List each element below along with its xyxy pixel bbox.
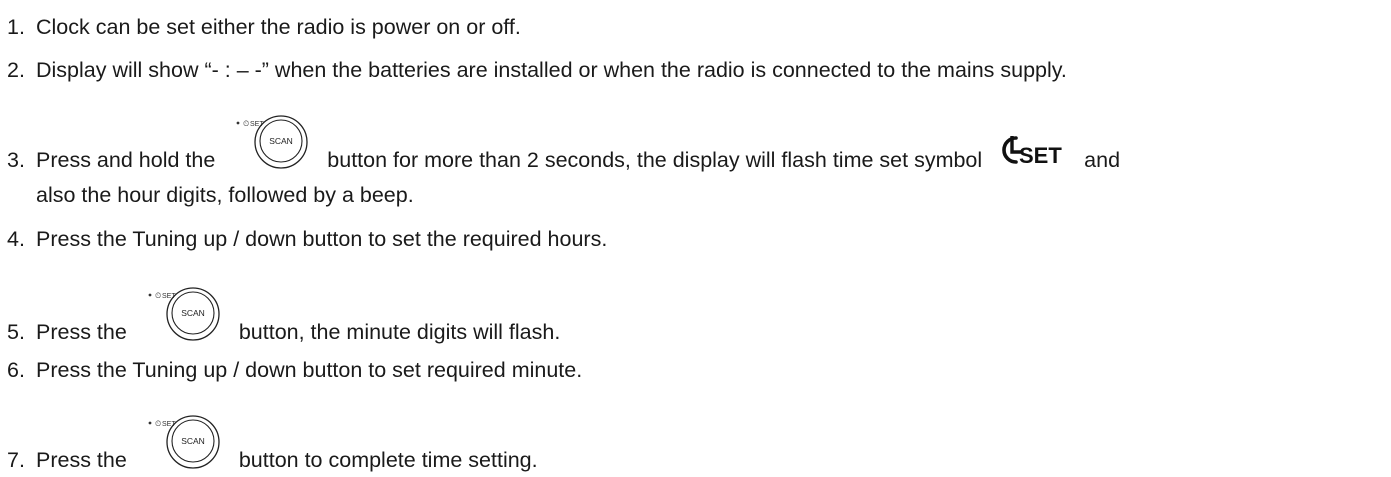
clock-set-symbol-icon: SET — [996, 136, 1080, 168]
step-number: 4. — [7, 227, 25, 251]
step-text-after: button, the minute digits will flash. — [238, 320, 561, 344]
step-4: 4. Press the Tuning up / down button to s… — [7, 226, 607, 252]
step-number: 6. — [7, 358, 25, 382]
button-label: SCAN — [269, 136, 293, 146]
step-text-after: button to complete time setting. — [238, 448, 538, 472]
svg-text:⏲: ⏲ — [155, 291, 161, 300]
scan-clock-set-button-icon: ⏲ SET SCAN — [215, 115, 327, 169]
step-2: 2. Display will show “- : – -” when the b… — [7, 57, 1067, 83]
svg-text:⏲: ⏲ — [243, 119, 249, 128]
symbol-text: SET — [1019, 143, 1062, 168]
step-5: 5. Press the ⏲ SET SCAN button, the minut… — [7, 287, 561, 345]
step-3-continuation: also the hour digits, followed by a beep… — [36, 183, 414, 207]
scan-clock-set-button-icon: ⏲ SET SCAN — [127, 287, 239, 341]
scan-clock-set-button-icon: ⏲ SET SCAN — [127, 415, 239, 469]
step-text: Press the Tuning up / down button to set… — [36, 358, 583, 382]
step-3: 3. Press and hold the ⏲ SET SCAN button f… — [7, 115, 1121, 173]
step-text-before: Press the — [36, 320, 127, 344]
step-number: 7. — [7, 448, 25, 472]
step-number: 1. — [7, 15, 25, 39]
step-text-before: Press and hold the — [36, 148, 216, 172]
step-1: 1. Clock can be set either the radio is p… — [7, 14, 521, 40]
step-text: Clock can be set either the radio is pow… — [36, 15, 521, 39]
step-number: 5. — [7, 320, 25, 344]
step-6: 6. Press the Tuning up / down button to s… — [7, 357, 582, 383]
step-text: Press the Tuning up / down button to set… — [36, 227, 608, 251]
button-label: SCAN — [181, 308, 205, 318]
svg-text:⏲: ⏲ — [155, 419, 161, 428]
step-7: 7. Press the ⏲ SET SCAN button to complet… — [7, 415, 538, 473]
step-text-before: Press the — [36, 448, 127, 472]
step-number: 3. — [7, 148, 25, 172]
step-text-middle: button for more than 2 seconds, the disp… — [327, 148, 983, 172]
step-text-after: and — [1084, 148, 1121, 172]
step-number: 2. — [7, 58, 25, 82]
step-text: Display will show “- : – -” when the bat… — [36, 58, 1067, 82]
button-label: SCAN — [181, 436, 205, 446]
